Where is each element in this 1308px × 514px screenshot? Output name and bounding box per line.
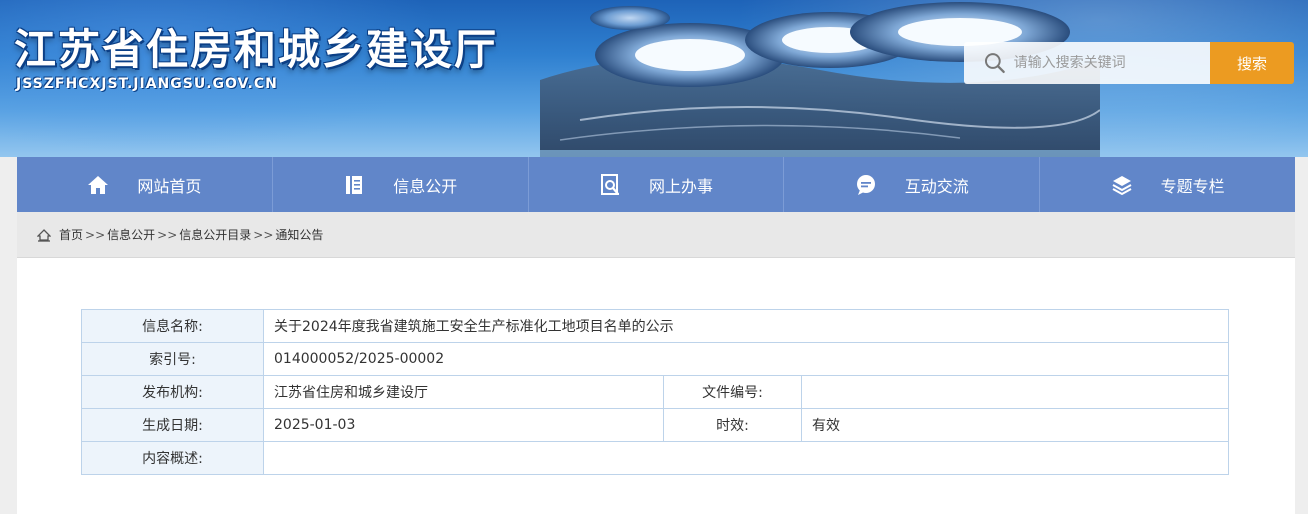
publisher-value: 江苏省住房和城乡建设厅	[263, 375, 664, 409]
site-url: JSSZFHCXJST.JIANGSU.GOV.CN	[16, 76, 278, 92]
breadcrumb-notices[interactable]: 通知公告	[275, 226, 323, 243]
doc-number-value	[801, 375, 1229, 409]
search-button[interactable]: 搜索	[1210, 42, 1294, 84]
nav-item-home[interactable]: 网站首页	[17, 157, 273, 212]
layers-icon	[1112, 175, 1132, 195]
date-value: 2025-01-03	[263, 408, 664, 442]
nav-item-info-disclosure[interactable]: 信息公开	[273, 157, 529, 212]
breadcrumb-home[interactable]: 首页	[59, 226, 83, 243]
site-title: 江苏省住房和城乡建设厅	[14, 25, 499, 74]
nav-item-label: 网上办事	[648, 176, 713, 196]
main-nav: 网站首页 信息公开 网上办事 互动交流 专题专栏	[17, 157, 1295, 212]
search-icon	[984, 53, 1005, 74]
table-row: 生成日期: 2025-01-03 时效: 有效	[81, 408, 1229, 442]
validity-label: 时效:	[663, 408, 802, 442]
nav-item-label: 网站首页	[137, 176, 202, 196]
table-row: 内容概述:	[81, 441, 1229, 475]
info-name-value: 关于2024年度我省建筑施工安全生产标准化工地项目名单的公示	[263, 309, 1229, 343]
breadcrumb-separator: >>	[85, 227, 106, 242]
index-number-label: 索引号:	[81, 342, 264, 376]
nav-item-label: 专题专栏	[1160, 176, 1225, 196]
document-icon	[346, 175, 363, 194]
info-name-label: 信息名称:	[81, 309, 264, 343]
index-number-value: 014000052/2025-00002	[263, 342, 1229, 376]
nav-item-interaction[interactable]: 互动交流	[784, 157, 1041, 212]
chat-icon	[856, 174, 875, 195]
info-metadata-table: 信息名称: 关于2024年度我省建筑施工安全生产标准化工地项目名单的公示 索引号…	[81, 309, 1229, 475]
publisher-label: 发布机构:	[81, 375, 264, 409]
date-label: 生成日期:	[81, 408, 264, 442]
breadcrumb-separator: >>	[253, 227, 274, 242]
table-row: 索引号: 014000052/2025-00002	[81, 342, 1229, 376]
site-header: 江苏省住房和城乡建设厅 JSSZFHCXJST.JIANGSU.GOV.CN 搜…	[0, 0, 1308, 157]
table-row: 发布机构: 江苏省住房和城乡建设厅 文件编号:	[81, 375, 1229, 409]
validity-value: 有效	[801, 408, 1229, 442]
home-icon	[37, 228, 51, 242]
breadcrumb: 首页 >> 信息公开 >> 信息公开目录 >> 通知公告	[17, 212, 1295, 258]
content-area: 信息名称: 关于2024年度我省建筑施工安全生产标准化工地项目名单的公示 索引号…	[17, 258, 1295, 514]
breadcrumb-info-disclosure[interactable]: 信息公开	[107, 226, 155, 243]
nav-item-label: 信息公开	[393, 176, 458, 196]
home-icon	[88, 175, 109, 194]
doc-number-label: 文件编号:	[663, 375, 802, 409]
breadcrumb-info-catalog[interactable]: 信息公开目录	[179, 226, 251, 243]
breadcrumb-separator: >>	[157, 227, 178, 242]
search-document-icon	[600, 173, 619, 195]
summary-label: 内容概述:	[81, 441, 264, 475]
summary-value	[263, 441, 1229, 475]
search-box	[964, 42, 1210, 84]
nav-item-label: 互动交流	[904, 176, 969, 196]
table-row: 信息名称: 关于2024年度我省建筑施工安全生产标准化工地项目名单的公示	[81, 309, 1229, 343]
search-input[interactable]	[1013, 55, 1210, 71]
nav-item-online-services[interactable]: 网上办事	[529, 157, 785, 212]
nav-item-special-topics[interactable]: 专题专栏	[1040, 157, 1295, 212]
